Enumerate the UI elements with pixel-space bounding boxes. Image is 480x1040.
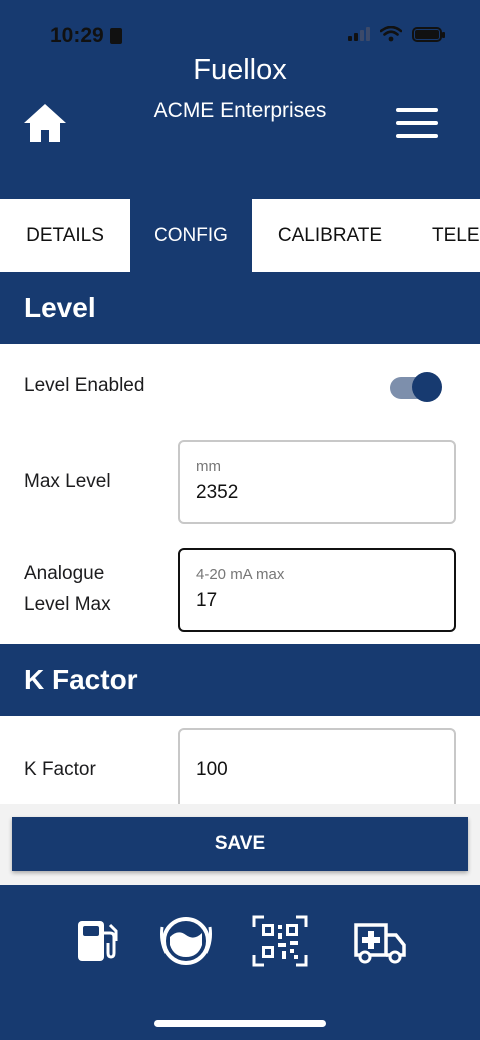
analogue-level-label-line2: Level Max [24,594,111,615]
app-header: 10:29 Fuellox ACME Enterprises [0,0,480,199]
app-title: Fuellox [193,54,287,86]
max-level-input[interactable]: mm 2352 [178,440,456,524]
nav-tank-button[interactable] [158,915,214,967]
level-enabled-label: Level Enabled [24,375,145,396]
tab-tele[interactable]: TELE [408,199,480,272]
tab-details[interactable]: DETAILS [0,199,130,272]
ambulance-icon [354,923,406,964]
nav-service-button[interactable] [352,915,408,967]
max-level-label: Max Level [24,471,111,492]
save-button[interactable]: SAVE [12,817,468,871]
hamburger-menu-icon [396,108,438,112]
section-title-level: Level [0,272,480,344]
tab-bar: DETAILS CONFIG CALIBRATE TELE [0,199,480,272]
nav-fuel-button[interactable] [70,915,126,967]
cellular-signal-icon [348,27,370,41]
tank-gauge-icon [160,917,212,965]
tab-calibrate[interactable]: CALIBRATE [252,199,408,272]
max-level-value: 2352 [196,482,239,503]
home-button[interactable] [22,102,68,144]
analogue-level-max-input[interactable]: 4-20 mA max 17 [178,548,456,632]
tab-config[interactable]: CONFIG [130,199,252,272]
fuel-pump-icon [78,921,118,961]
bottom-navigation [0,885,480,1040]
home-indicator [154,1020,326,1027]
menu-button[interactable] [396,108,438,138]
analogue-level-label-line1: Analogue [24,563,105,584]
status-indicators [348,26,445,42]
home-icon [24,104,66,142]
section-title-k-factor: K Factor [0,644,480,716]
qr-code-icon [252,915,308,967]
k-factor-value: 100 [196,759,228,780]
analogue-level-value: 17 [196,590,218,611]
status-time: 10:29 [50,24,104,47]
nav-qr-button[interactable] [252,915,308,967]
wifi-icon [380,26,402,42]
orientation-lock-icon [110,28,122,44]
level-enabled-toggle[interactable] [390,372,442,402]
max-level-unit-label: mm [196,458,221,475]
analogue-unit-label: 4-20 mA max [196,566,285,583]
k-factor-label: K Factor [24,759,96,780]
battery-icon [412,26,445,42]
